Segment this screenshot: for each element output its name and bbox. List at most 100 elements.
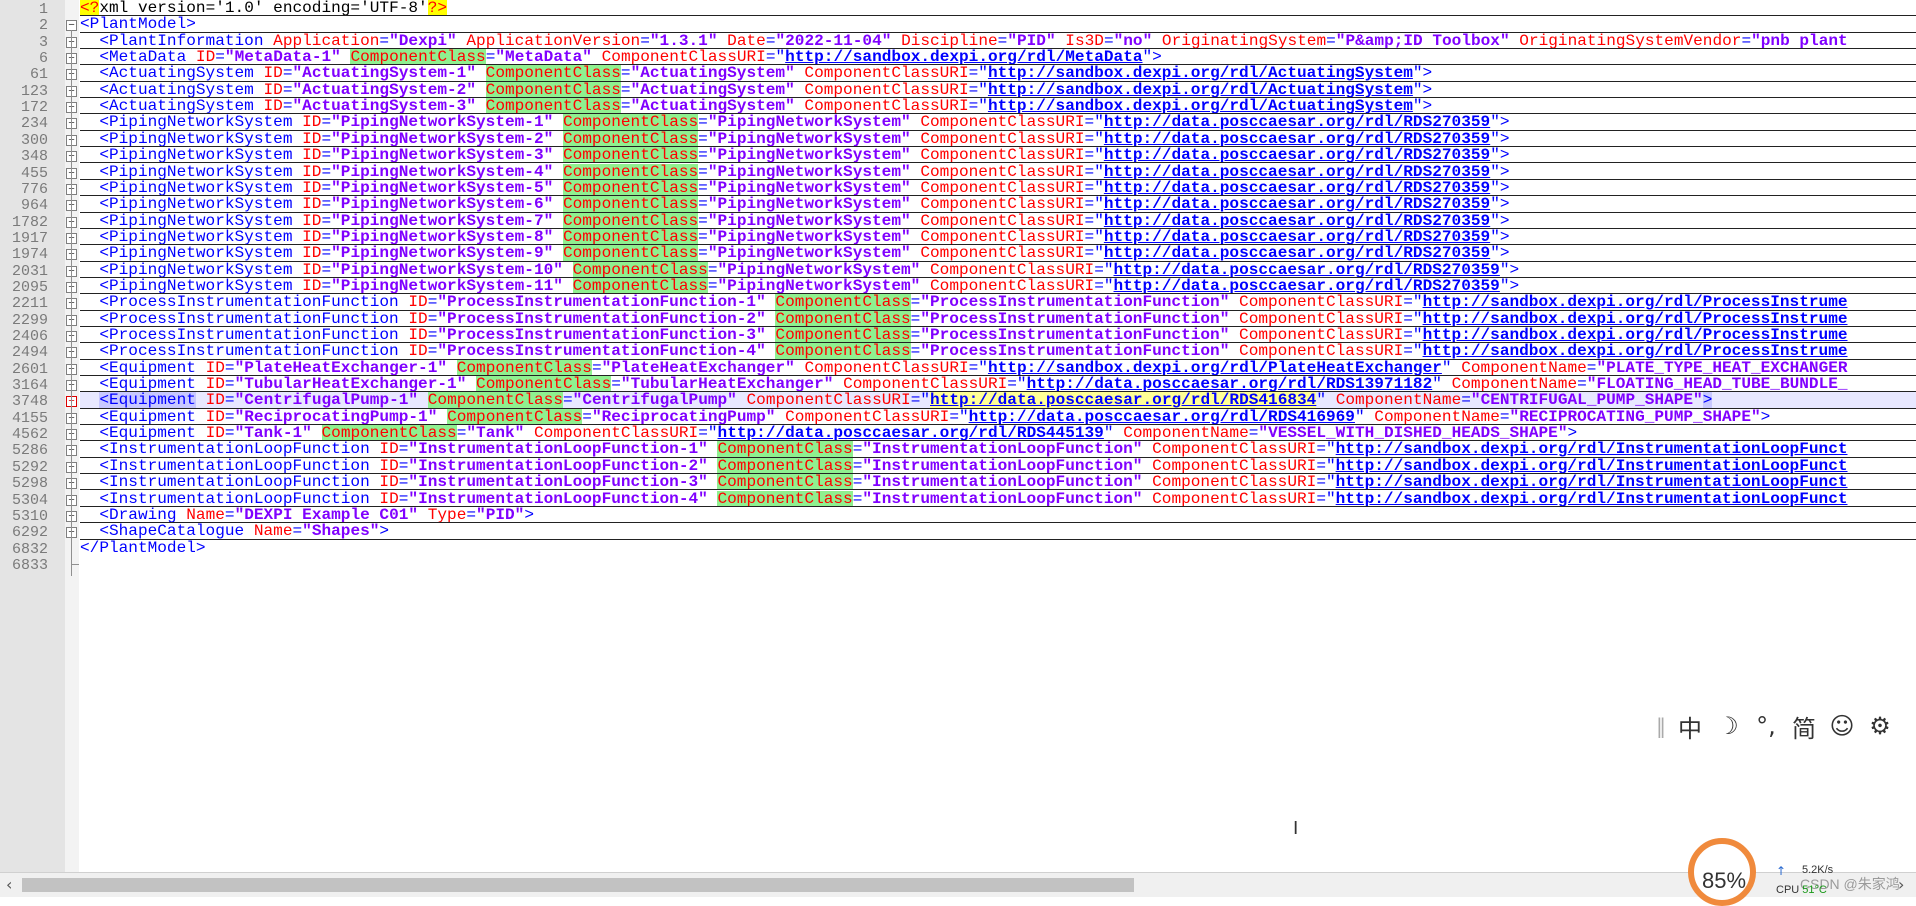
code-line[interactable]: <PipingNetworkSystem ID="PipingNetworkSy… [80,163,1916,180]
code-token: "MetaData" [495,49,592,66]
code-token: ComponentClass [485,81,621,99]
code-token: ComponentClass [562,212,699,229]
code-token: "PipingNetworkSystem" [707,179,911,197]
code-line[interactable]: <ProcessInstrumentationFunction ID="Proc… [80,310,1916,327]
code-link[interactable]: http://sandbox.dexpi.org/rdl/ProcessInst… [1423,294,1848,309]
code-link[interactable]: http://data.posccaesar.org/rdl/RDS270359 [1104,180,1490,195]
code-token: =" [1084,147,1104,164]
code-link[interactable]: http://sandbox.dexpi.org/rdl/Instrumenta… [1336,458,1848,473]
code-line[interactable]: <Equipment ID="Tank-1" ComponentClass="T… [80,425,1916,442]
code-line[interactable]: <PipingNetworkSystem ID="PipingNetworkSy… [80,261,1916,278]
code-token: = [321,130,332,148]
code-token: "VESSEL_WITH_DISHED_HEADS_SHAPE" [1258,425,1568,442]
code-link[interactable]: http://sandbox.dexpi.org/rdl/Instrumenta… [1336,474,1848,489]
code-link[interactable]: http://sandbox.dexpi.org/rdl/ActuatingSy… [988,82,1413,97]
code-line[interactable]: <InstrumentationLoopFunction ID="Instrum… [80,490,1916,507]
code-link[interactable]: http://data.posccaesar.org/rdl/RDS270359 [1114,278,1500,293]
code-line[interactable]: <InstrumentationLoopFunction ID="Instrum… [80,441,1916,458]
code-link[interactable]: http://sandbox.dexpi.org/rdl/ProcessInst… [1423,311,1848,326]
scroll-left-arrow-icon[interactable]: ‹ [6,875,12,894]
ime-chinese-mode-icon[interactable]: 中 [1676,709,1704,744]
code-link[interactable]: http://data.posccaesar.org/rdl/RDS270359 [1104,131,1490,146]
code-line[interactable]: <Equipment ID="ReciprocatingPump-1" Comp… [80,408,1916,426]
code-link[interactable]: http://data.posccaesar.org/rdl/RDS270359 [1104,196,1490,211]
code-line[interactable]: <ActuatingSystem ID="ActuatingSystem-3" … [80,98,1916,115]
code-line[interactable]: <Drawing Name="DEXPI Example C01" Type="… [80,507,1916,524]
code-token: "> [1490,228,1510,246]
code-line[interactable] [80,556,1916,572]
code-link[interactable]: http://data.posccaesar.org/rdl/RDS270359 [1104,147,1490,162]
code-link[interactable]: http://data.posccaesar.org/rdl/RDS270359 [1114,262,1500,277]
code-token: "ProcessInstrumentationFunction" [920,343,1230,360]
code-token: = [1741,32,1752,50]
system-monitor-widget[interactable]: 85% ↑ 5.2K/s CSDN @朱家鸿 CPU 51°C [1684,838,1916,906]
code-token: ComponentClassURI [1152,474,1317,491]
code-token: <PipingNetworkSystem [80,179,303,197]
code-link[interactable]: http://sandbox.dexpi.org/rdl/ActuatingSy… [988,98,1413,113]
ime-simplified-icon[interactable]: 简 [1790,709,1818,744]
code-token: =" [1316,474,1336,491]
code-line[interactable]: <InstrumentationLoopFunction ID="Instrum… [80,457,1916,475]
code-link[interactable]: http://sandbox.dexpi.org/rdl/Instrumenta… [1336,491,1848,506]
ime-emoji-icon[interactable]: ☺ [1828,712,1856,740]
code-link[interactable]: http://sandbox.dexpi.org/rdl/PlateHeatEx… [988,360,1442,375]
code-link[interactable]: http://data.posccaesar.org/rdl/RDS270359 [1104,213,1490,228]
code-line[interactable]: </PlantModel> [80,540,1916,556]
code-line[interactable]: <PipingNetworkSystem ID="PipingNetworkSy… [80,245,1916,262]
code-token: <PipingNetworkSystem [80,212,303,229]
code-link[interactable]: http://data.posccaesar.org/rdl/RDS416969 [969,409,1355,424]
code-link[interactable]: http://data.posccaesar.org/rdl/RDS270359 [1104,229,1490,244]
code-link[interactable]: http://sandbox.dexpi.org/rdl/ProcessInst… [1423,343,1848,358]
code-line[interactable]: <PipingNetworkSystem ID="PipingNetworkSy… [80,147,1916,164]
code-line[interactable]: <PipingNetworkSystem ID="PipingNetworkSy… [80,277,1916,295]
code-line[interactable]: <PipingNetworkSystem ID="PipingNetworkSy… [80,130,1916,148]
cpu-label: CPU [1776,884,1800,896]
code-line[interactable]: <?xml version='1.0' encoding='UTF-8'?> [80,0,1916,17]
xml-editor[interactable]: 1 2 3 6 61 123 172 234 300 348 455 776 964 1782 1917 19… [0,0,1916,872]
code-line[interactable]: <PipingNetworkSystem ID="PipingNetworkSy… [80,212,1916,229]
code-token: = [1326,32,1336,50]
code-line[interactable]: <PlantInformation Application="Dexpi" Ap… [80,32,1916,50]
code-link[interactable]: http://sandbox.dexpi.org/rdl/Instrumenta… [1336,441,1848,456]
code-line[interactable]: <ProcessInstrumentationFunction ID="Proc… [80,294,1916,311]
code-link[interactable]: http://sandbox.dexpi.org/rdl/ActuatingSy… [988,65,1413,80]
code-line[interactable]: <PipingNetworkSystem ID="PipingNetworkSy… [80,228,1916,246]
scrollbar-thumb[interactable] [22,878,1134,892]
code-link[interactable]: http://sandbox.dexpi.org/rdl/MetaData [785,49,1142,64]
code-token: "> [1412,81,1433,99]
code-token: ComponentClass [775,327,911,344]
code-line[interactable]: <PipingNetworkSystem ID="PipingNetworkSy… [80,114,1916,131]
code-line[interactable]: <PipingNetworkSystem ID="PipingNetworkSy… [80,196,1916,213]
code-link[interactable]: http://data.posccaesar.org/rdl/RDS139711… [1027,376,1433,391]
code-line[interactable]: <ActuatingSystem ID="ActuatingSystem-1" … [80,65,1916,82]
code-line[interactable]: <ProcessInstrumentationFunction ID="Proc… [80,343,1916,360]
ime-moon-icon[interactable]: ☽ [1714,712,1742,740]
ime-punctuation-icon[interactable]: °, [1752,712,1780,740]
code-line[interactable]: <PlantModel> [80,16,1916,33]
code-link[interactable]: http://data.posccaesar.org/rdl/RDS445139 [718,425,1104,440]
code-link[interactable]: http://sandbox.dexpi.org/rdl/ProcessInst… [1423,327,1848,342]
code-line[interactable]: <ShapeCatalogue Name="Shapes"> [80,523,1916,540]
code-line[interactable]: <InstrumentationLoopFunction ID="Instrum… [80,474,1916,491]
code-link[interactable]: http://data.posccaesar.org/rdl/RDS270359 [1104,164,1490,179]
code-link[interactable]: http://data.posccaesar.org/rdl/RDS270359 [1104,114,1490,129]
code-line-selected[interactable]: <Equipment ID="CentrifugalPump-1" Compon… [80,392,1916,409]
code-line[interactable]: <ProcessInstrumentationFunction ID="Proc… [80,327,1916,344]
ime-settings-icon[interactable]: ⚙ [1866,712,1894,740]
code-line[interactable]: <PipingNetworkSystem ID="PipingNetworkSy… [80,179,1916,197]
code-link[interactable]: http://data.posccaesar.org/rdl/RDS416834 [930,392,1317,408]
code-token: ID [302,196,322,213]
code-link[interactable]: http://data.posccaesar.org/rdl/RDS270359 [1104,245,1490,260]
code-line[interactable]: <ActuatingSystem ID="ActuatingSystem-2" … [80,81,1916,99]
code-line[interactable]: <Equipment ID="PlateHeatExchanger-1" Com… [80,359,1916,377]
code-token: ID [205,359,225,377]
horizontal-scrollbar[interactable]: ‹ › [0,872,1916,897]
code-line[interactable]: <MetaData ID="MetaData-1" ComponentClass… [80,49,1916,66]
code-line[interactable]: <Equipment ID="TubularHeatExchanger-1" C… [80,376,1916,393]
